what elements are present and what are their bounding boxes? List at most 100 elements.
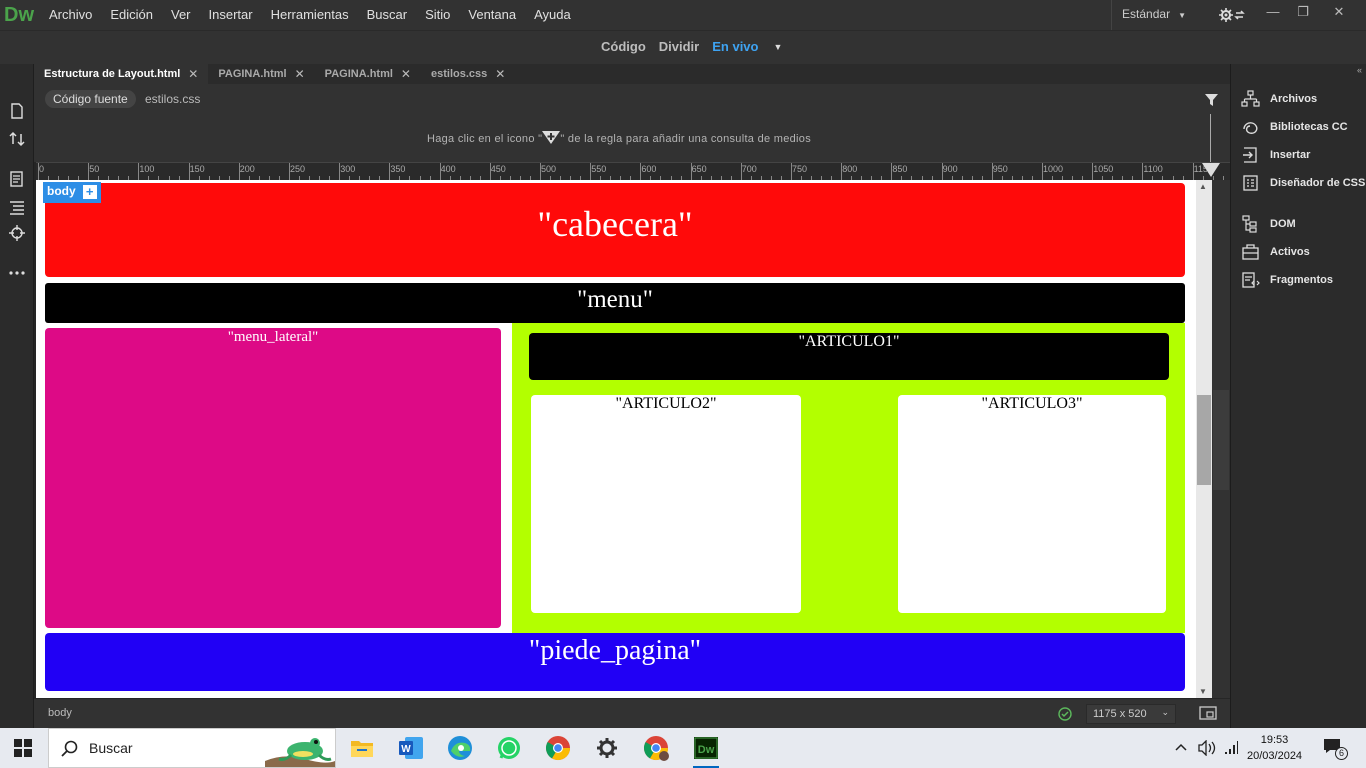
code-view-button[interactable]: Código (601, 39, 646, 54)
ruler-tick-label: 600 (641, 164, 657, 174)
volume-icon[interactable] (1198, 739, 1216, 761)
file-management-icon[interactable] (8, 130, 26, 148)
restore-button[interactable]: ❐ (1288, 0, 1318, 28)
ruler-tick (991, 163, 993, 180)
split-view-button[interactable]: Dividir (659, 39, 699, 54)
sync-settings-icon[interactable] (1218, 6, 1246, 24)
show-hidden-icons-icon[interactable] (1174, 740, 1188, 759)
menu-sitio[interactable]: Sitio (416, 0, 459, 30)
related-css-button[interactable]: estilos.css (137, 90, 208, 108)
search-placeholder: Buscar (89, 740, 133, 756)
add-class-button[interactable]: + (82, 185, 97, 199)
ruler-tick (138, 163, 140, 180)
ruler-tick-label: 100 (139, 164, 155, 174)
workspace-label: Estándar (1122, 7, 1171, 21)
edge-icon[interactable] (445, 733, 475, 763)
network-icon[interactable] (1223, 740, 1239, 761)
menu-archivo[interactable]: Archivo (40, 0, 101, 30)
contenido-block[interactable]: "ARTICULO1" "ARTICULO2" "ARTICULO3" (512, 323, 1185, 633)
device-preview-icon[interactable] (1199, 706, 1217, 726)
view-dropdown-icon[interactable]: ▼ (773, 39, 782, 54)
articulo2-block[interactable]: "ARTICULO2" (531, 395, 801, 613)
canvas-scrollbar[interactable]: ▲ ▼ (1196, 180, 1212, 698)
menu-block[interactable]: "menu" (45, 283, 1185, 323)
filter-icon[interactable] (1205, 94, 1218, 112)
open-documents-icon[interactable] (8, 102, 26, 120)
menu-ver[interactable]: Ver (162, 0, 200, 30)
ruler[interactable]: 0 50 100 150 200 250 300 350 400 450 500 550 600 650 7… (36, 162, 1230, 180)
scrollbar-thumb[interactable] (1197, 395, 1211, 485)
ruler-tick (389, 163, 391, 180)
left-toolbar (0, 64, 34, 728)
scroll-down-icon[interactable]: ▼ (1199, 687, 1207, 696)
close-icon[interactable]: ✕ (401, 64, 411, 84)
minimize-button[interactable]: — (1258, 0, 1288, 28)
inspect-icon[interactable] (8, 224, 26, 242)
resize-handle[interactable] (1213, 390, 1229, 490)
tag-selector-body[interactable]: body (48, 707, 72, 719)
css-designer-icon (1243, 175, 1258, 191)
menu-herramientas[interactable]: Herramientas (262, 0, 358, 30)
more-options-icon[interactable] (8, 264, 26, 282)
notification-count: 6 (1335, 747, 1348, 760)
panel-fragmentos[interactable]: Fragmentos (1241, 270, 1333, 290)
settings-icon[interactable] (592, 733, 622, 763)
ruler-tick-label: 900 (942, 164, 958, 174)
live-view-button[interactable]: En vivo (712, 39, 758, 54)
window-size-value: 1175 x 520 (1093, 708, 1147, 720)
panels-dock: « Archivos Bibliotecas CC Insertar Diseñ… (1230, 64, 1366, 728)
menu-insertar[interactable]: Insertar (200, 0, 262, 30)
media-query-hint: Haga clic en el icono " " de la regla par… (34, 131, 1204, 145)
cabecera-block[interactable]: "cabecera" (45, 183, 1185, 277)
menu-buscar[interactable]: Buscar (358, 0, 416, 30)
panel-activos[interactable]: Activos (1241, 242, 1310, 262)
piede-pagina-block[interactable]: "piede_pagina" (45, 633, 1185, 691)
word-icon[interactable]: W (396, 733, 426, 763)
files-icon (1241, 90, 1260, 107)
tab-estilos-css[interactable]: estilos.css ✕ (421, 64, 515, 84)
element-tag-label: body (47, 184, 76, 198)
no-errors-icon[interactable] (1058, 707, 1072, 726)
taskbar-search-box[interactable]: Buscar (48, 728, 336, 768)
format-source-icon[interactable] (8, 198, 26, 216)
close-window-button[interactable]: ✕ (1324, 0, 1354, 28)
dreamweaver-taskbar-icon[interactable]: Dw (691, 733, 721, 768)
media-query-bar: Haga clic en el icono " " de la regla par… (34, 114, 1230, 162)
element-tag-body[interactable]: body + (43, 182, 101, 203)
notifications-button[interactable]: 6 (1323, 738, 1349, 760)
panel-bibliotecas-cc[interactable]: Bibliotecas CC (1241, 117, 1348, 137)
menu-lateral-block[interactable]: "menu_lateral" (45, 328, 501, 628)
chrome-icon[interactable] (543, 733, 573, 763)
chrome-profile-icon[interactable] (641, 733, 671, 763)
panel-disenador-css[interactable]: Diseñador de CSS (1241, 173, 1365, 193)
file-explorer-icon[interactable] (347, 733, 377, 763)
close-icon[interactable]: ✕ (295, 64, 305, 84)
panel-insertar[interactable]: Insertar (1241, 145, 1310, 165)
menu-ventana[interactable]: Ventana (459, 0, 525, 30)
articulo1-block[interactable]: "ARTICULO1" (529, 333, 1169, 380)
add-media-query-icon (542, 131, 561, 144)
tab-pagina-2[interactable]: PAGINA.html ✕ (315, 64, 421, 84)
live-view-canvas[interactable]: "cabecera" "menu" "menu_lateral" "ARTICU… (36, 180, 1196, 698)
whatsapp-icon[interactable] (494, 733, 524, 763)
panel-dom[interactable]: DOM (1241, 214, 1296, 234)
collapse-panels-icon[interactable]: « (1357, 65, 1362, 75)
close-icon[interactable]: ✕ (495, 64, 505, 84)
panel-label: Insertar (1270, 149, 1311, 161)
workspace-switcher[interactable]: Estándar ▼ (1111, 0, 1196, 30)
hint-text-start: Haga clic en el icono " (426, 133, 543, 145)
articulo3-block[interactable]: "ARTICULO3" (898, 395, 1166, 613)
scroll-up-icon[interactable]: ▲ (1199, 182, 1207, 191)
window-size-select[interactable]: 1175 x 520 ⌄ (1086, 704, 1176, 724)
windows-start-icon[interactable] (14, 739, 32, 757)
menu-ayuda[interactable]: Ayuda (525, 0, 580, 30)
source-code-button[interactable]: Código fuente (45, 90, 136, 108)
tab-estructura-layout[interactable]: Estructura de Layout.html ✕ (34, 64, 209, 84)
close-icon[interactable]: ✕ (188, 64, 198, 84)
ruler-tick (1192, 163, 1194, 180)
tab-pagina-1[interactable]: PAGINA.html ✕ (208, 64, 314, 84)
page-properties-icon[interactable] (8, 170, 26, 188)
menu-edicion[interactable]: Edición (101, 0, 162, 30)
panel-archivos[interactable]: Archivos (1241, 89, 1317, 109)
taskbar-clock[interactable]: 19:53 20/03/2024 (1247, 732, 1302, 764)
